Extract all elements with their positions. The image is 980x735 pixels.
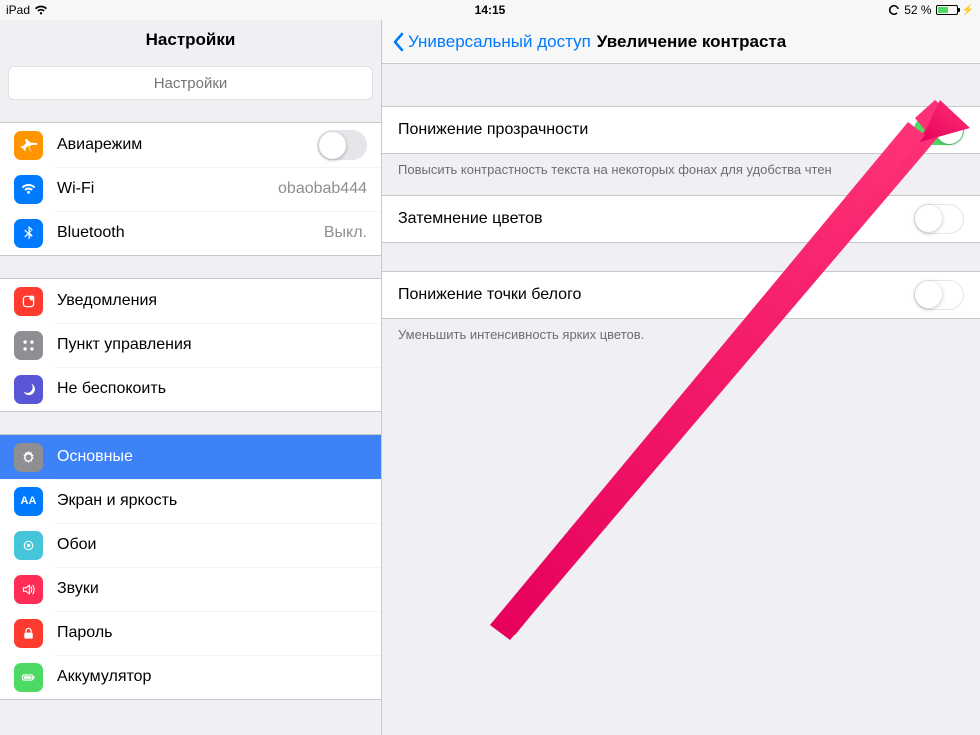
status-time: 14:15	[475, 3, 506, 17]
search-input[interactable]	[8, 66, 373, 100]
sidebar-item-label: Экран и яркость	[57, 492, 177, 510]
airplane-toggle[interactable]	[317, 130, 367, 160]
sidebar-item-label: Пункт управления	[57, 336, 192, 354]
sidebar-group-notifications: Уведомления Пункт управления Не беспокои…	[0, 278, 381, 412]
sidebar-item-airplane[interactable]: Авиарежим	[0, 123, 381, 167]
darken-colors-row[interactable]: Затемнение цветов	[382, 196, 980, 242]
general-icon	[14, 443, 43, 472]
darken-colors-toggle[interactable]	[914, 204, 964, 234]
sidebar-item-controlcenter[interactable]: Пункт управления	[0, 323, 381, 367]
display-icon: AA	[14, 487, 43, 516]
detail-pane: Универсальный доступ Увеличение контраст…	[382, 20, 980, 735]
sidebar-item-label: Wi-Fi	[57, 180, 94, 198]
sync-icon	[888, 4, 900, 16]
sidebar-item-dnd[interactable]: Не беспокоить	[0, 367, 381, 411]
sidebar-group-general: Основные AA Экран и яркость Обои Звуки	[0, 434, 381, 700]
sidebar-item-general[interactable]: Основные	[0, 435, 381, 479]
sidebar-item-label: Уведомления	[57, 292, 157, 310]
darken-colors-label: Затемнение цветов	[398, 210, 543, 228]
battery-icon	[936, 5, 958, 15]
detail-title: Увеличение контраста	[597, 32, 786, 52]
reduce-transparency-label: Понижение прозрачности	[398, 121, 588, 139]
sidebar-item-label: Не беспокоить	[57, 380, 166, 398]
sidebar-item-sounds[interactable]: Звуки	[0, 567, 381, 611]
wifi-value: obaobab444	[278, 180, 367, 198]
sidebar-item-label: Bluetooth	[57, 224, 125, 242]
sidebar-item-label: Основные	[57, 448, 133, 466]
wifi-icon	[14, 175, 43, 204]
reduce-transparency-toggle[interactable]	[914, 115, 964, 145]
sidebar-group-connectivity: Авиарежим Wi-Fi obaobab444 Bluetooth Вык…	[0, 122, 381, 256]
reduce-whitepoint-toggle[interactable]	[914, 280, 964, 310]
sidebar-item-notifications[interactable]: Уведомления	[0, 279, 381, 323]
sidebar: Настройки Авиарежим Wi-Fi obaobab444	[0, 20, 382, 735]
reduce-whitepoint-group: Понижение точки белого	[382, 271, 980, 319]
notifications-icon	[14, 287, 43, 316]
sidebar-item-wifi[interactable]: Wi-Fi obaobab444	[0, 167, 381, 211]
whitepoint-caption: Уменьшить интенсивность ярких цветов.	[382, 319, 980, 366]
reduce-transparency-group: Понижение прозрачности	[382, 106, 980, 154]
sidebar-item-label: Пароль	[57, 624, 113, 642]
sounds-icon	[14, 575, 43, 604]
reduce-transparency-row[interactable]: Понижение прозрачности	[382, 107, 980, 153]
airplane-icon	[14, 131, 43, 160]
transparency-caption: Повысить контрастность текста на некотор…	[382, 154, 980, 195]
sidebar-item-passcode[interactable]: Пароль	[0, 611, 381, 655]
status-bar: iPad 14:15 52 % ⚡	[0, 0, 980, 20]
sidebar-item-wallpaper[interactable]: Обои	[0, 523, 381, 567]
back-button[interactable]: Универсальный доступ	[392, 32, 591, 52]
sidebar-item-label: Авиарежим	[57, 136, 142, 154]
device-label: iPad	[6, 3, 30, 17]
back-label: Универсальный доступ	[408, 32, 591, 52]
reduce-whitepoint-label: Понижение точки белого	[398, 286, 581, 304]
charging-icon: ⚡	[962, 5, 974, 16]
sidebar-item-bluetooth[interactable]: Bluetooth Выкл.	[0, 211, 381, 255]
sidebar-title: Настройки	[0, 20, 381, 58]
sidebar-item-label: Аккумулятор	[57, 668, 151, 686]
darken-colors-group: Затемнение цветов	[382, 195, 980, 243]
dnd-icon	[14, 375, 43, 404]
detail-header: Универсальный доступ Увеличение контраст…	[382, 20, 980, 64]
sidebar-item-label: Звуки	[57, 580, 99, 598]
battery-percent: 52 %	[904, 3, 931, 17]
sidebar-item-display[interactable]: AA Экран и яркость	[0, 479, 381, 523]
bluetooth-icon	[14, 219, 43, 248]
controlcenter-icon	[14, 331, 43, 360]
wifi-status-icon	[34, 5, 48, 15]
battery-settings-icon	[14, 663, 43, 692]
sidebar-item-battery[interactable]: Аккумулятор	[0, 655, 381, 699]
sidebar-item-label: Обои	[57, 536, 96, 554]
bluetooth-value: Выкл.	[324, 224, 367, 242]
passcode-icon	[14, 619, 43, 648]
wallpaper-icon	[14, 531, 43, 560]
reduce-whitepoint-row[interactable]: Понижение точки белого	[382, 272, 980, 318]
